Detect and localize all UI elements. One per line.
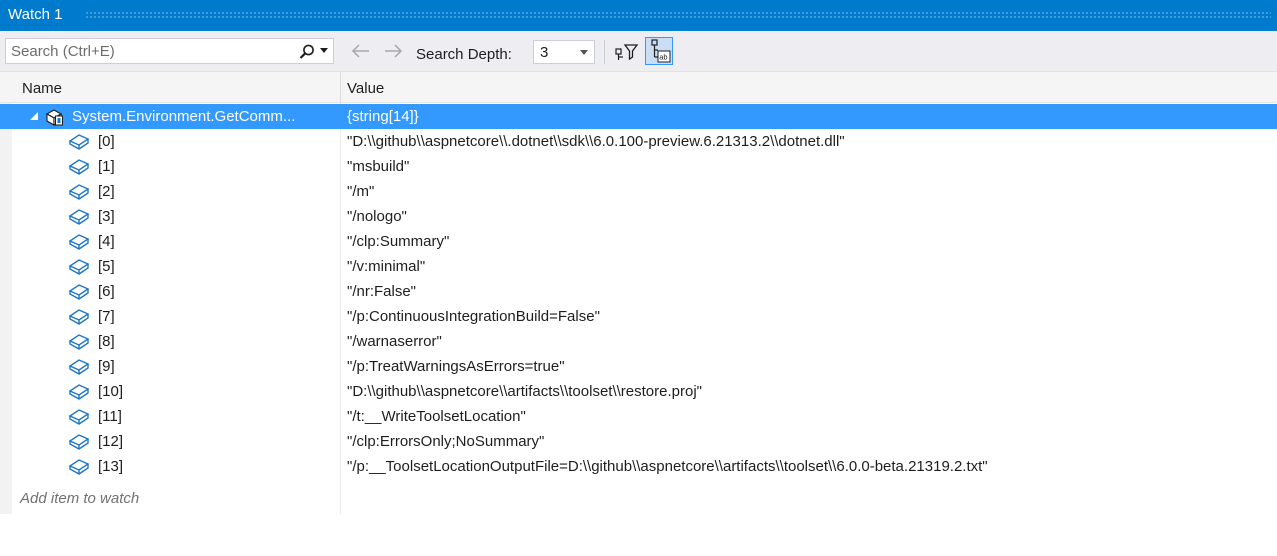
hex-display-button[interactable]: ab [645, 37, 673, 65]
chevron-down-icon [580, 50, 588, 55]
arrow-right-icon[interactable] [383, 43, 403, 59]
arrow-left-icon[interactable] [351, 43, 371, 59]
watch-item-name: [13] [98, 458, 124, 475]
watch-row[interactable]: [12] "/clp:ErrorsOnly;NoSummary" [0, 429, 1277, 454]
field-icon [68, 259, 90, 275]
watch-item-value: "/clp:ErrorsOnly;NoSummary" [347, 433, 545, 450]
watch-row[interactable]: [13] "/p:__ToolsetLocationOutputFile=D:\… [0, 454, 1277, 479]
watch-item-name: System.Environment.GetComm... [72, 108, 296, 125]
watch-item-value: "/p:TreatWarningsAsErrors=true" [347, 358, 565, 375]
watch-item-value: "/p:ContinuousIntegrationBuild=False" [347, 308, 600, 325]
column-header-value[interactable]: Value [347, 80, 384, 97]
watch-toolbar: Search Depth: 3 ab [0, 31, 1277, 72]
watch-row[interactable]: [8] "/warnaserror" [0, 329, 1277, 354]
watch-row[interactable]: [6] "/nr:False" [0, 279, 1277, 304]
grid-header: Name Value [0, 72, 1277, 103]
watch-item-value: "/clp:Summary" [347, 233, 450, 250]
column-resize-handle[interactable] [340, 72, 341, 103]
watch-item-value: "/p:__ToolsetLocationOutputFile=D:\\gith… [347, 458, 988, 475]
watch-row[interactable]: [5] "/v:minimal" [0, 254, 1277, 279]
watch-row-root[interactable]: System.Environment.GetComm... {string[14… [0, 104, 1277, 129]
watch-item-name: [8] [98, 333, 115, 350]
watch-item-name: [5] [98, 258, 115, 275]
watch-item-name: [7] [98, 308, 115, 325]
watch-item-name: [3] [98, 208, 115, 225]
watch-row[interactable]: [4] "/clp:Summary" [0, 229, 1277, 254]
watch-item-value: "D:\\github\\aspnetcore\\.dotnet\\sdk\\6… [347, 133, 845, 150]
field-icon [68, 334, 90, 350]
column-header-name[interactable]: Name [22, 80, 62, 97]
search-input[interactable] [6, 39, 291, 63]
svg-text:ab: ab [659, 53, 667, 62]
add-watch-row[interactable]: Add item to watch [0, 486, 1277, 511]
field-icon [68, 134, 90, 150]
watch-item-value: "/v:minimal" [347, 258, 426, 275]
watch-row[interactable]: [1] "msbuild" [0, 154, 1277, 179]
field-icon [68, 384, 90, 400]
field-icon [68, 309, 90, 325]
watch-item-name: [10] [98, 383, 124, 400]
watch-row[interactable]: [7] "/p:ContinuousIntegrationBuild=False… [0, 304, 1277, 329]
search-depth-value: 3 [540, 44, 549, 61]
search-box [5, 38, 334, 64]
field-icon [68, 409, 90, 425]
titlebar-grip [85, 11, 1271, 19]
watch-item-name: [1] [98, 158, 115, 175]
search-depth-select[interactable]: 3 [533, 40, 595, 64]
field-icon [68, 459, 90, 475]
field-icon [68, 434, 90, 450]
watch-row[interactable]: [9] "/p:TreatWarningsAsErrors=true" [0, 354, 1277, 379]
watch-row[interactable]: [3] "/nologo" [0, 204, 1277, 229]
watch-item-value: "/t:__WriteToolsetLocation" [347, 408, 526, 425]
field-icon [68, 159, 90, 175]
watch-item-value: "msbuild" [347, 158, 410, 175]
object-icon [45, 109, 63, 126]
watch-item-name: [4] [98, 233, 115, 250]
add-item-to-watch[interactable]: Add item to watch [20, 490, 139, 507]
watch-item-value: "/nr:False" [347, 283, 417, 300]
filter-icon[interactable] [613, 39, 639, 65]
field-icon [68, 209, 90, 225]
watch-row[interactable]: [10] "D:\\github\\aspnetcore\\artifacts\… [0, 379, 1277, 404]
search-icon[interactable] [298, 43, 316, 61]
watch-row[interactable]: [2] "/m" [0, 179, 1277, 204]
hex-display-icon: ab [651, 39, 671, 63]
watch-item-value: {string[14]} [347, 108, 419, 125]
watch-item-name: [2] [98, 183, 115, 200]
watch-item-value: "/nologo" [347, 208, 407, 225]
watch-item-name: [0] [98, 133, 115, 150]
watch-item-name: [11] [98, 408, 122, 425]
toolbar-separator [604, 40, 605, 64]
watch-window-titlebar[interactable]: Watch 1 [0, 0, 1277, 31]
watch-item-value: "/m" [347, 183, 375, 200]
watch-item-name: [12] [98, 433, 124, 450]
watch-row[interactable]: [11] "/t:__WriteToolsetLocation" [0, 404, 1277, 429]
watch-row[interactable]: [0] "D:\\github\\aspnetcore\\.dotnet\\sd… [0, 129, 1277, 154]
field-icon [68, 234, 90, 250]
watch-item-value: "/warnaserror" [347, 333, 442, 350]
field-icon [68, 284, 90, 300]
search-options-chevron-down-icon[interactable] [320, 48, 328, 54]
expand-triangle-icon[interactable] [30, 112, 38, 120]
field-icon [68, 359, 90, 375]
window-title: Watch 1 [8, 6, 63, 23]
field-icon [68, 184, 90, 200]
watch-grid: Name Value System.Environment.GetComm...… [0, 72, 1277, 556]
search-depth-label: Search Depth: [416, 46, 512, 63]
watch-item-name: [6] [98, 283, 115, 300]
watch-item-value: "D:\\github\\aspnetcore\\artifacts\\tool… [347, 383, 702, 400]
watch-item-name: [9] [98, 358, 115, 375]
